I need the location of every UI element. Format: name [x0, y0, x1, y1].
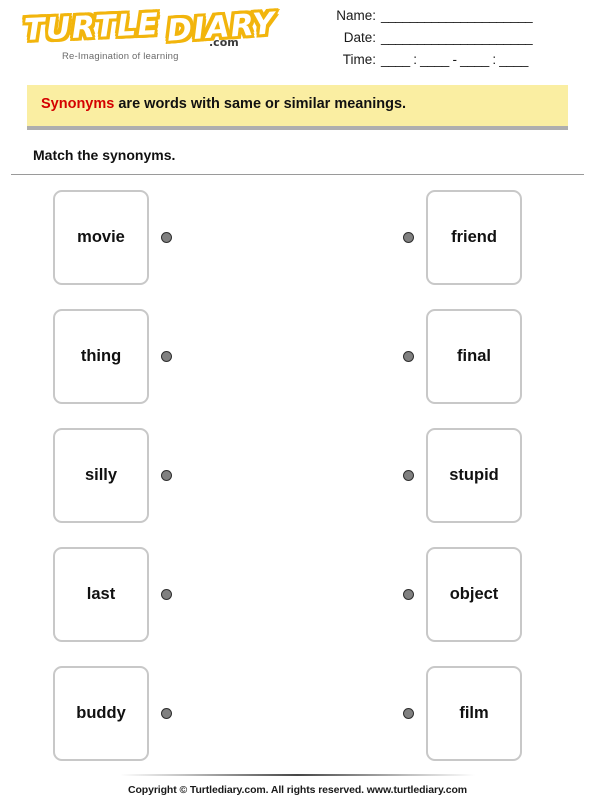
connector-dot-left[interactable] [161, 588, 172, 600]
connector-dot-right[interactable] [403, 231, 414, 243]
match-row: silly stupid [0, 427, 595, 524]
instruction-text: Match the synonyms. [33, 146, 176, 163]
name-field-input[interactable]: _____________________ [381, 8, 533, 23]
connector-dot-right[interactable] [403, 469, 414, 481]
logo-word-turtle: TURTLE [21, 5, 162, 50]
time-field-label: Time: [342, 52, 376, 67]
match-row-left-1: movie [53, 189, 172, 285]
connector-dot-right[interactable] [403, 350, 414, 362]
connector-dot-left[interactable] [161, 707, 172, 719]
match-row: movie friend [0, 189, 595, 286]
match-row-right-5: film [403, 665, 522, 761]
match-row-left-2: thing [53, 308, 172, 404]
date-field-input[interactable]: _____________________ [381, 30, 533, 45]
match-row: last object [0, 546, 595, 643]
connector-dot-left[interactable] [161, 469, 172, 481]
connector-dot-left[interactable] [161, 231, 172, 243]
instruction-divider [11, 173, 584, 175]
match-row-left-5: buddy [53, 665, 172, 761]
word-box-right[interactable]: friend [426, 189, 522, 285]
word-box-left[interactable]: buddy [53, 665, 149, 761]
connector-dot-right[interactable] [403, 707, 414, 719]
time-field-input[interactable]: ____ : ____ - ____ : ____ [381, 52, 528, 67]
definition-banner-wrapper: Synonyms are words with same or similar … [27, 85, 568, 130]
word-box-left[interactable]: silly [53, 427, 149, 523]
definition-text: are words with same or similar meanings. [114, 96, 407, 112]
turtlediary-logo[interactable]: TURTLE DIARY .com Re-Imagination of learn… [21, 4, 278, 62]
footer-divider [120, 774, 475, 776]
word-box-right[interactable]: object [426, 546, 522, 642]
word-box-left[interactable]: thing [53, 308, 149, 404]
match-row-left-4: last [53, 546, 172, 642]
word-box-right[interactable]: final [426, 308, 522, 404]
definition-banner: Synonyms are words with same or similar … [27, 85, 568, 130]
match-row-right-2: final [403, 308, 522, 404]
match-row-right-4: object [403, 546, 522, 642]
match-row-right-1: friend [403, 189, 522, 285]
date-field-label: Date: [343, 30, 376, 45]
match-row: thing final [0, 308, 595, 405]
definition-keyword: Synonyms [41, 96, 115, 112]
copyright-text: Copyright © Turtlediary.com. All rights … [127, 784, 468, 796]
word-box-left[interactable]: movie [53, 189, 149, 285]
word-box-right[interactable]: stupid [426, 427, 522, 523]
date-field-row: Date: _____________________ [300, 30, 580, 52]
name-field-row: Name: _____________________ [300, 8, 580, 30]
connector-dot-left[interactable] [161, 350, 172, 362]
match-row-left-3: silly [53, 427, 172, 523]
matching-exercise: movie friend thing final silly stupid la… [0, 189, 595, 762]
match-row-right-3: stupid [403, 427, 522, 523]
time-field-row: Time: ____ : ____ - ____ : ____ [300, 52, 580, 74]
word-box-left[interactable]: last [53, 546, 149, 642]
connector-dot-right[interactable] [403, 588, 414, 600]
match-row: buddy film [0, 665, 595, 762]
name-field-label: Name: [336, 8, 376, 23]
page-footer: Copyright © Turtlediary.com. All rights … [0, 774, 595, 796]
word-box-right[interactable]: film [426, 665, 522, 761]
logo-dotcom-suffix: .com [209, 36, 239, 49]
student-info-fields: Name: _____________________ Date: ______… [300, 8, 580, 74]
page-header: TURTLE DIARY .com Re-Imagination of learn… [0, 0, 595, 85]
logo-tagline: Re-Imagination of learning [62, 51, 179, 62]
